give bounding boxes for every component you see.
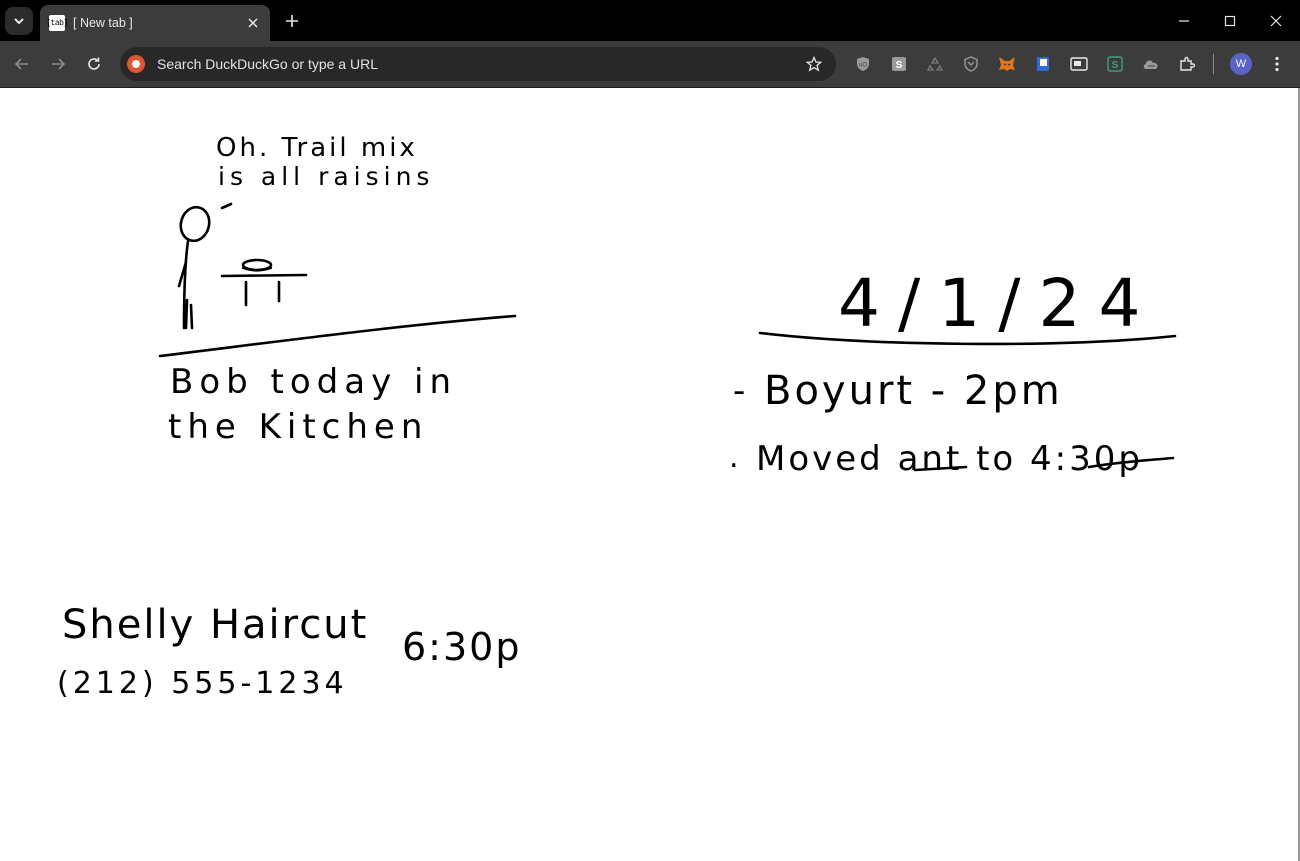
svg-text:S: S	[896, 60, 903, 71]
stick-figure-drawing	[177, 202, 233, 330]
recycle-extension[interactable]	[925, 54, 945, 74]
bookmark-star-button[interactable]	[798, 48, 830, 80]
star-icon	[806, 56, 822, 72]
chevron-down-icon	[14, 18, 24, 25]
plus-icon	[286, 15, 298, 27]
s-green-extension-icon: S	[1107, 56, 1123, 72]
metamask-fox-icon	[999, 57, 1015, 71]
ublock-extension[interactable]: uO	[853, 54, 873, 74]
note-2-bullet: .	[729, 440, 739, 475]
s-extension-icon: S	[892, 57, 906, 71]
book-icon	[1037, 57, 1049, 71]
ublock-icon: uO	[857, 57, 869, 71]
back-button[interactable]	[8, 50, 36, 78]
close-window-button[interactable]	[1253, 0, 1299, 41]
shield-extension-icon	[964, 56, 978, 72]
tab-search-button[interactable]	[5, 7, 33, 35]
close-icon	[1270, 15, 1282, 26]
floor-line	[158, 314, 517, 358]
minimize-icon	[1179, 19, 1189, 22]
reload-icon	[88, 57, 100, 70]
new-tab-button[interactable]	[280, 9, 304, 33]
book-extension[interactable]	[1033, 54, 1053, 74]
address-input[interactable]	[157, 56, 798, 72]
tab-strip: [tab] [ New tab ]	[0, 0, 1300, 41]
s-extension[interactable]: S	[889, 54, 909, 74]
tab-favicon: [tab]	[46, 15, 68, 31]
toolbar-divider	[1213, 54, 1214, 74]
forward-button[interactable]	[44, 50, 72, 78]
svg-text:S: S	[1112, 60, 1119, 71]
reload-button[interactable]	[80, 50, 108, 78]
profile-avatar[interactable]: W	[1230, 53, 1252, 75]
maximize-icon	[1224, 15, 1236, 26]
speech-line-2: is all raisins	[218, 162, 434, 191]
browser-menu-button[interactable]	[1268, 53, 1286, 75]
browser-toolbar: uO S S W	[0, 41, 1300, 88]
table-drawing	[220, 258, 308, 307]
address-bar[interactable]	[120, 47, 836, 81]
tab-new-tab[interactable]: [tab] [ New tab ]	[40, 5, 270, 41]
appointment-time: 6:30p	[402, 625, 521, 669]
extensions-button[interactable]	[1177, 54, 1197, 74]
svg-text:uO: uO	[859, 63, 867, 69]
tab-title: [ New tab ]	[73, 16, 133, 30]
cloud-extension-icon	[1143, 60, 1158, 69]
pip-extension[interactable]	[1069, 54, 1089, 74]
arrow-right-icon	[52, 58, 66, 70]
whiteboard-canvas[interactable]: Oh. Trail mix is all raisins Bob today i…	[0, 88, 1300, 861]
duckduckgo-icon	[127, 55, 145, 73]
cloud-extension[interactable]	[1141, 54, 1161, 74]
picture-in-picture-icon	[1070, 57, 1088, 71]
speech-line-1: Oh. Trail mix	[216, 133, 418, 163]
appointment-title: Shelly Haircut	[62, 602, 368, 648]
caption-line-2: the Kitchen	[168, 407, 428, 447]
date-heading: 4/1/24	[838, 265, 1158, 342]
maximize-button[interactable]	[1207, 0, 1253, 41]
note-2-text: Moved ant to 4:30p	[756, 439, 1143, 479]
more-vertical-icon	[1275, 56, 1279, 72]
puzzle-icon	[1180, 56, 1195, 71]
minimize-button[interactable]	[1161, 0, 1207, 41]
note-1-bullet: -	[733, 371, 745, 411]
appointment-phone: (212) 555-1234	[57, 666, 348, 701]
caption-line-1: Bob today in	[170, 362, 457, 402]
tab-close-button[interactable]	[244, 14, 262, 32]
note-1-text: Boyurt - 2pm	[764, 368, 1063, 414]
recycle-icon	[927, 56, 943, 71]
shield-extension[interactable]	[961, 54, 981, 74]
close-icon	[248, 18, 258, 28]
arrow-left-icon	[14, 58, 28, 70]
metamask-extension[interactable]	[997, 54, 1017, 74]
s-green-extension[interactable]: S	[1105, 54, 1125, 74]
